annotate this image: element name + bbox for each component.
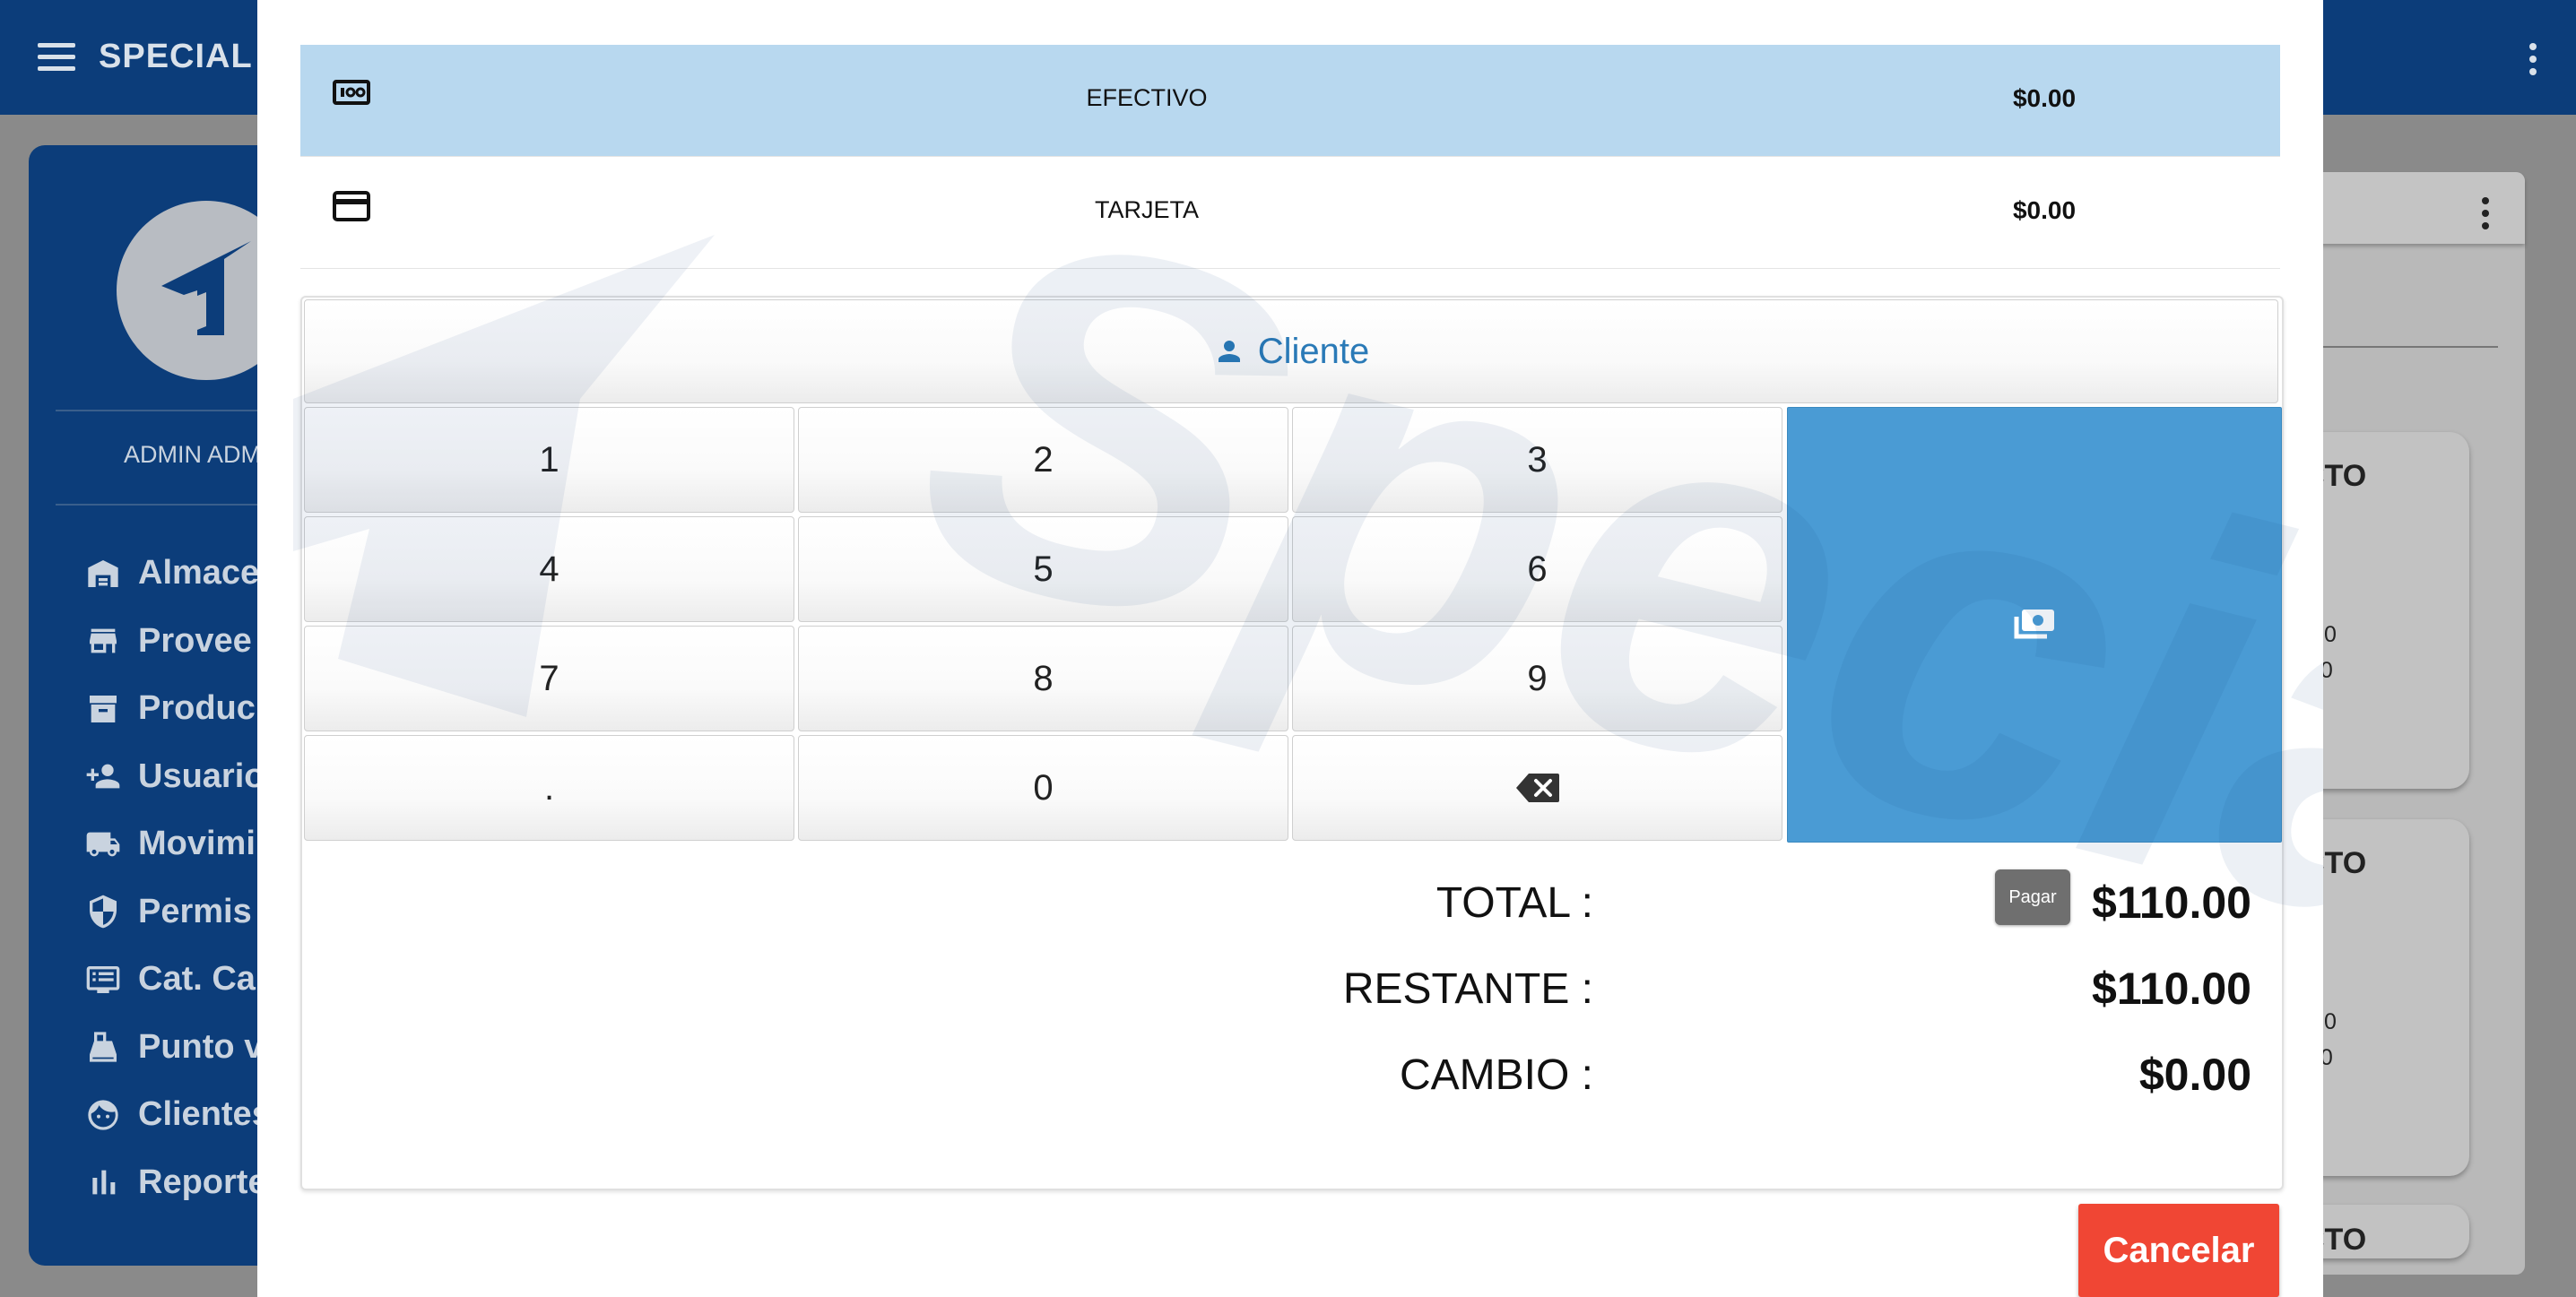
payment-method-tarjeta[interactable]: TARJETA $0.00 (300, 157, 2280, 269)
sidebar-item-productos[interactable]: Produc (82, 675, 271, 743)
face-icon (82, 1094, 124, 1136)
payment-method-amount: $0.00 (2012, 196, 2077, 224)
sidebar-item-usuarios[interactable]: Usuario (82, 743, 271, 811)
sidebar-item-label: Cat. Ca (138, 960, 256, 999)
product-card-value: 0 (2324, 1009, 2337, 1034)
sidebar-item-almacen[interactable]: Almace (82, 540, 271, 608)
sidebar-item-label: Clientes (138, 1095, 271, 1134)
warehouse-icon (82, 553, 124, 594)
store-icon (82, 620, 124, 661)
sidebar-item-reportes[interactable]: Reporte (82, 1149, 271, 1217)
person-icon (1218, 341, 1240, 362)
backspace-icon (1515, 774, 1559, 802)
keypad-panel: Cliente 1 2 3 4 5 6 7 8 9 . 0 TOTAL : Pa… (300, 296, 2284, 1190)
cambio-value: $0.00 (2138, 1050, 2251, 1100)
sidebar-item-permisos[interactable]: Permis (82, 878, 271, 947)
money-icon (2014, 610, 2054, 639)
shield-icon (82, 891, 124, 932)
logo-icon (161, 241, 251, 335)
divider (56, 410, 289, 411)
sidebar-item-punto-venta[interactable]: Punto v (82, 1014, 271, 1082)
sidebar-item-label: Punto v (138, 1027, 264, 1066)
payment-method-name: TARJETA (1094, 196, 1199, 223)
cash-register-icon (82, 1026, 124, 1068)
payment-method-amount: $0.00 (2012, 84, 2077, 112)
list-icon (82, 959, 124, 1000)
cliente-button[interactable]: Cliente (304, 299, 2278, 403)
key-decimal[interactable]: . (304, 735, 794, 841)
sidebar-item-label: Usuario (138, 757, 265, 795)
key-6[interactable]: 6 (1292, 516, 1782, 622)
key-3[interactable]: 3 (1292, 407, 1782, 513)
sidebar-item-movimientos[interactable]: Movimi (82, 810, 271, 878)
sidebar-item-label: Provee (138, 621, 252, 660)
sidebar-item-proveedores[interactable]: Provee (82, 608, 271, 676)
sidebar-item-label: Permis (138, 892, 252, 930)
archive-icon (82, 688, 124, 730)
payment-method-efectivo[interactable]: EFECTIVO $0.00 (300, 45, 2280, 157)
sidebar-item-clientes[interactable]: Clientes (82, 1081, 271, 1149)
sidebar-item-label: Produc (138, 689, 256, 728)
key-5[interactable]: 5 (798, 516, 1288, 622)
bar-chart-icon (82, 1162, 124, 1203)
cliente-label: Cliente (1257, 331, 1370, 371)
cambio-label: CAMBIO : (1399, 1051, 1593, 1099)
app-title: SPECIAL T (99, 38, 284, 75)
hamburger-menu-icon[interactable] (38, 43, 75, 72)
payment-methods-list: EFECTIVO $0.00 TARJETA $0.00 (300, 45, 2280, 269)
pay-button[interactable] (1787, 407, 2282, 843)
more-vert-icon[interactable] (2529, 43, 2537, 81)
panel-header (2295, 172, 2525, 244)
user-name: ADMIN ADM (124, 441, 262, 468)
truck-icon (82, 824, 124, 865)
cancel-button[interactable]: Cancelar (2078, 1204, 2279, 1297)
sidebar-item-categorias[interactable]: Cat. Ca (82, 946, 271, 1014)
key-0[interactable]: 0 (798, 735, 1288, 841)
restante-label: RESTANTE : (1342, 965, 1593, 1013)
sidebar-nav: Almace Provee Produc Usuario Movimi Perm… (82, 540, 271, 1216)
product-panel: CTO 0 0 00 CTO 0 0 00 CTO (2295, 172, 2525, 1275)
sidebar-item-label: Almace (138, 554, 260, 592)
key-4[interactable]: 4 (304, 516, 794, 622)
backspace-button[interactable] (1292, 735, 1782, 841)
person-add-icon (82, 756, 124, 797)
key-8[interactable]: 8 (798, 626, 1288, 731)
divider (2295, 346, 2498, 348)
restante-value: $110.00 (2092, 964, 2251, 1014)
key-9[interactable]: 9 (1292, 626, 1782, 731)
payment-dialog: EFECTIVO $0.00 TARJETA $0.00 Cliente 1 2… (257, 0, 2323, 1297)
sidebar: ADMIN ADM Almace Provee Produc Usuario M… (29, 145, 296, 1266)
key-1[interactable]: 1 (304, 407, 794, 513)
product-card-value: 0 (2324, 622, 2337, 647)
key-7[interactable]: 7 (304, 626, 794, 731)
more-vert-icon[interactable] (2482, 197, 2489, 235)
total-label: TOTAL : (1435, 879, 1593, 927)
payment-method-name: EFECTIVO (1086, 84, 1208, 111)
key-2[interactable]: 2 (798, 407, 1288, 513)
divider (56, 504, 289, 506)
sidebar-item-label: Reporte (138, 1163, 267, 1201)
sidebar-item-label: Movimi (138, 825, 256, 863)
total-value: $110.00 (2092, 878, 2251, 928)
